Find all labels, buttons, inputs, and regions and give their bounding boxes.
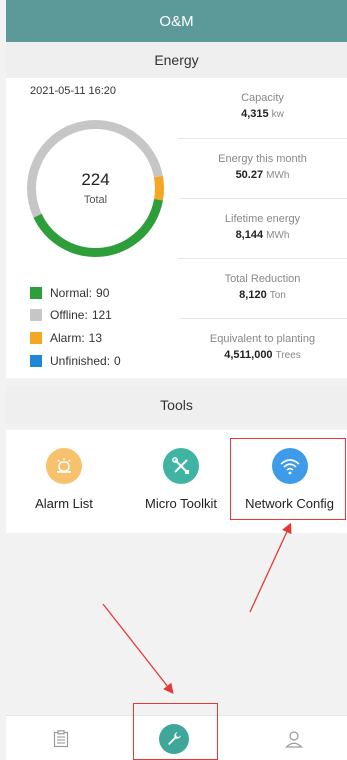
legend-swatch-normal [30, 287, 42, 299]
stat-energy-month: Energy this month 50.27 MWh [178, 138, 347, 198]
tab-reports[interactable] [6, 716, 116, 760]
tools-tab-highlight [133, 703, 218, 760]
arrow-to-tools-tab [102, 603, 174, 695]
stat-label: Capacity [241, 92, 284, 104]
stat-total-reduction: Total Reduction 8,120 Ton [178, 258, 347, 318]
arrow-to-network-config [249, 522, 292, 613]
alarm-bell-icon [46, 448, 82, 484]
legend-swatch-offline [30, 309, 42, 321]
tools-section-title: Tools [6, 386, 347, 424]
stat-label: Equivalent to planting [209, 333, 316, 345]
stat-unit: kw [271, 109, 284, 120]
user-icon [285, 730, 303, 748]
tool-label: Alarm List [35, 496, 93, 511]
stat-unit: MWh [266, 170, 290, 181]
legend-label: Alarm: [50, 331, 85, 345]
stat-value: 50.27 MWh [178, 169, 347, 181]
stat-unit: MWh [266, 230, 290, 241]
tool-alarm-list[interactable]: Alarm List [14, 430, 114, 533]
tool-micro-toolkit[interactable]: Micro Toolkit [126, 430, 236, 533]
tools-icon [163, 448, 199, 484]
energy-section-title: Energy [6, 42, 347, 78]
energy-stats: Capacity 4,315 kw Energy this month 50.27… [178, 78, 347, 378]
stat-number: 8,120 [239, 289, 267, 301]
legend-item-normal: Normal: 90 [30, 286, 109, 300]
energy-section-label: Energy [154, 52, 199, 68]
legend-label: Unfinished: [50, 354, 111, 368]
legend-item-unfinished: Unfinished: 0 [30, 354, 121, 368]
app-header: O&M [6, 0, 347, 42]
stat-number: 4,315 [241, 108, 269, 120]
legend-value: 121 [91, 308, 112, 322]
stat-value: 8,120 Ton [178, 289, 347, 301]
total-label: Total [83, 194, 108, 206]
stat-value: 4,315 kw [178, 108, 347, 120]
stat-capacity: Capacity 4,315 kw [178, 78, 347, 138]
legend-swatch-unfinished [30, 355, 42, 367]
legend-value: 0 [114, 354, 121, 368]
clipboard-icon [53, 729, 69, 747]
stat-number: 8,144 [235, 229, 264, 241]
energy-timestamp: 2021-05-11 16:20 [30, 85, 117, 97]
tab-profile[interactable] [241, 716, 347, 760]
stat-lifetime-energy: Lifetime energy 8,144 MWh [178, 198, 347, 258]
tools-section-label: Tools [160, 397, 193, 413]
stat-label: Lifetime energy [224, 213, 301, 225]
tool-label: Micro Toolkit [144, 496, 217, 511]
legend-item-alarm: Alarm: 13 [30, 331, 102, 345]
stat-number: 4,511,000 [224, 349, 273, 361]
stat-label: Energy this month [218, 153, 307, 165]
stat-value: 4,511,000 Trees [178, 349, 347, 361]
legend-value: 90 [96, 286, 110, 300]
stat-label: Total Reduction [224, 273, 301, 285]
stat-unit: Ton [269, 290, 286, 301]
stat-planting: Equivalent to planting 4,511,000 Trees [178, 318, 347, 378]
network-config-highlight [230, 438, 346, 520]
legend-swatch-alarm [30, 332, 42, 344]
total-count: 224 [81, 170, 110, 189]
stat-value: 8,144 MWh [178, 229, 347, 241]
stat-number: 50.27 [235, 169, 264, 181]
legend-item-offline: Offline: 121 [30, 308, 112, 322]
stat-unit: Trees [275, 350, 301, 361]
legend-value: 13 [88, 331, 103, 345]
page-title: O&M [159, 12, 194, 30]
legend-label: Normal: [50, 286, 93, 300]
legend-label: Offline: [50, 308, 88, 322]
